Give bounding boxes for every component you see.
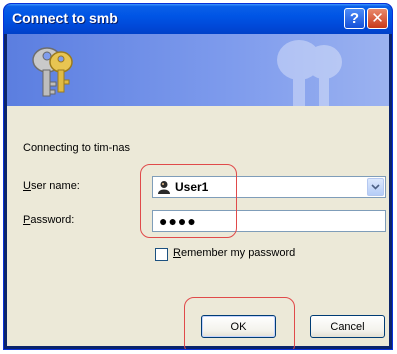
title-bar[interactable]: Connect to smb ? ✕ <box>4 4 392 34</box>
connect-dialog-window: Connect to smb ? ✕ Connecting to tim-nas… <box>3 3 393 350</box>
keys-icon <box>32 47 73 97</box>
ok-button-highlight <box>184 297 295 349</box>
banner <box>7 34 389 106</box>
dialog-body: Connecting to tim-nas User name: User1 P… <box>7 34 389 349</box>
remember-label-accel: R <box>173 247 181 259</box>
credentials-highlight <box>140 164 237 238</box>
window-title: Connect to smb <box>12 10 118 26</box>
cancel-button[interactable]: Cancel <box>310 315 385 338</box>
chevron-down-icon <box>371 184 380 190</box>
help-button[interactable]: ? <box>344 8 365 29</box>
connecting-to-text: Connecting to tim-nas <box>23 142 130 154</box>
remember-label-rest: emember my password <box>180 247 296 259</box>
help-icon: ? <box>349 10 360 27</box>
remember-password-checkbox[interactable] <box>155 248 168 261</box>
close-button[interactable]: ✕ <box>367 8 388 29</box>
password-label: Password: <box>23 214 74 226</box>
keys-watermark-icon <box>277 40 342 106</box>
password-label-rest: assword: <box>30 214 75 226</box>
username-dropdown-button[interactable] <box>367 178 384 196</box>
username-label-accel: U <box>23 180 31 192</box>
username-label: User name: <box>23 180 80 192</box>
close-icon: ✕ <box>371 10 384 27</box>
remember-password-label[interactable]: Remember my password <box>173 247 295 259</box>
username-label-rest: ser name: <box>30 180 80 192</box>
